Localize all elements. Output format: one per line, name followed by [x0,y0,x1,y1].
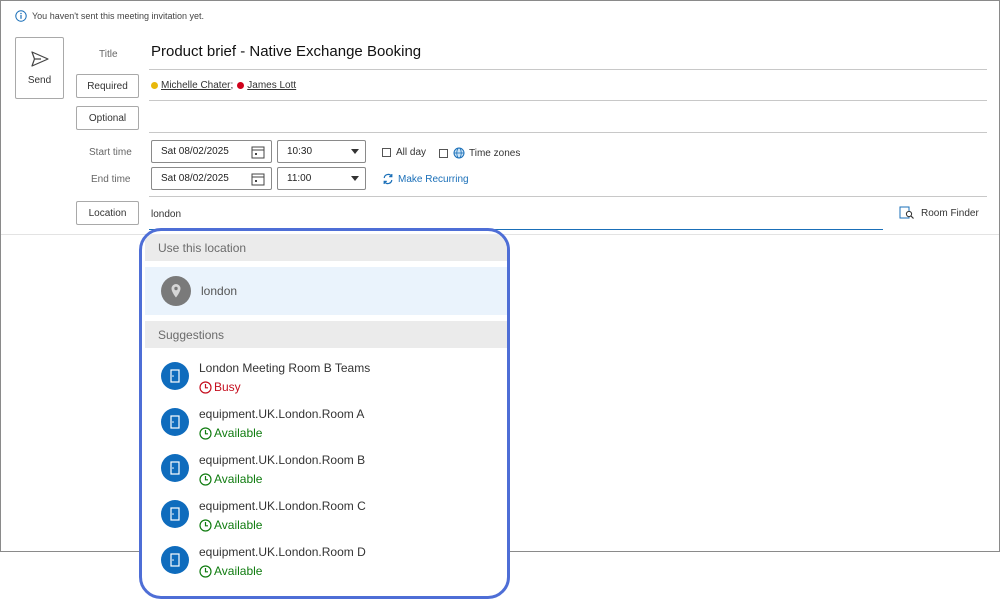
room-finder-button[interactable]: Room Finder [899,206,979,220]
calendar-icon [251,173,265,186]
suggestion-status: Busy [199,380,241,394]
room-door-icon [161,546,189,574]
optional-button[interactable]: Optional [76,106,139,130]
start-time-value: 10:30 [287,146,313,157]
room-door-icon [161,408,189,436]
attendee-james[interactable]: James Lott [247,80,296,91]
title-input[interactable]: Product brief - Native Exchange Booking [151,43,421,60]
start-time-label: Start time [89,147,132,158]
optional-underline [149,132,987,133]
title-underline [149,69,987,70]
make-recurring-button[interactable]: Make Recurring [382,173,469,185]
chevron-down-icon [351,176,359,181]
suggestion-status-text: Available [214,472,263,486]
time-separator [149,196,987,197]
suggestion-status: Available [199,564,262,578]
suggestion-item[interactable]: equipment.UK.London.Room C Available [145,496,507,542]
time-zones-label: Time zones [469,147,521,159]
recurring-icon [383,173,393,185]
start-date-picker[interactable]: Sat 08/02/2025 [151,140,272,163]
required-attendees[interactable]: Michelle Chater ; James Lott [151,80,296,91]
end-time-label: End time [91,174,131,185]
info-icon [15,10,27,22]
clock-icon [199,564,212,578]
all-day-label: All day [396,147,427,158]
room-door-icon [161,454,189,482]
globe-icon [453,147,465,159]
checkbox-box [382,148,391,157]
attendee-michelle[interactable]: Michelle Chater [161,80,230,91]
suggestions-header: Suggestions [145,321,507,348]
chevron-down-icon [351,149,359,154]
clock-icon [199,518,212,532]
location-suggestions-dropdown: Use this location london Suggestions Lon… [139,228,510,599]
suggestion-item[interactable]: equipment.UK.London.Room B Available [145,450,507,496]
room-finder-icon [899,206,914,219]
make-recurring-label: Make Recurring [398,173,469,185]
start-date-value: Sat 08/02/2025 [161,146,229,157]
suggestion-status-text: Available [214,518,263,532]
end-date-value: Sat 08/02/2025 [161,173,229,184]
presence-busy-icon [237,82,245,89]
calendar-icon [251,146,265,159]
clock-icon [199,426,212,440]
location-input[interactable]: london [151,209,181,220]
suggestion-name: London Meeting Room B Teams [199,361,371,375]
suggestion-status: Available [199,518,262,532]
room-door-icon [161,500,189,528]
info-bar: You haven't sent this meeting invitation… [15,9,204,23]
send-label: Send [27,75,52,86]
send-icon [30,51,49,67]
end-date-picker[interactable]: Sat 08/02/2025 [151,167,272,190]
suggestion-item[interactable]: London Meeting Room B Teams Busy [145,358,507,404]
presence-away-icon [151,82,158,89]
suggestion-status: Available [199,426,262,440]
info-bar-text: You haven't sent this meeting invitation… [32,11,204,21]
suggestion-item[interactable]: equipment.UK.London.Room D Available [145,542,507,588]
suggestion-name: equipment.UK.London.Room B [199,453,366,467]
title-label: Title [99,49,118,60]
use-location-header: Use this location [145,234,507,261]
all-day-checkbox[interactable]: All day [382,147,426,158]
suggestion-status-text: Busy [214,380,241,394]
use-location-item[interactable]: london [145,267,507,315]
attendee-separator: ; [230,80,234,91]
location-pin-icon [161,276,191,306]
suggestion-status-text: Available [214,426,263,440]
clock-icon [199,380,212,394]
clock-icon [199,472,212,486]
suggestion-status: Available [199,472,262,486]
use-location-text: london [201,284,238,298]
checkbox-box [439,148,448,158]
required-underline [149,100,987,101]
suggestion-name: equipment.UK.London.Room D [199,545,366,559]
required-button[interactable]: Required [76,74,139,98]
suggestion-status-text: Available [214,564,263,578]
suggestion-name: equipment.UK.London.Room C [199,499,366,513]
start-time-select[interactable]: 10:30 [277,140,366,163]
end-time-value: 11:00 [287,173,312,184]
room-finder-label: Room Finder [921,207,979,219]
end-time-select[interactable]: 11:00 [277,167,366,190]
send-button[interactable]: Send [15,37,64,99]
location-button[interactable]: Location [76,201,139,225]
time-zones-checkbox[interactable]: Time zones [439,147,520,159]
suggestion-name: equipment.UK.London.Room A [199,407,365,421]
room-door-icon [161,362,189,390]
suggestion-item[interactable]: equipment.UK.London.Room A Available [145,404,507,450]
